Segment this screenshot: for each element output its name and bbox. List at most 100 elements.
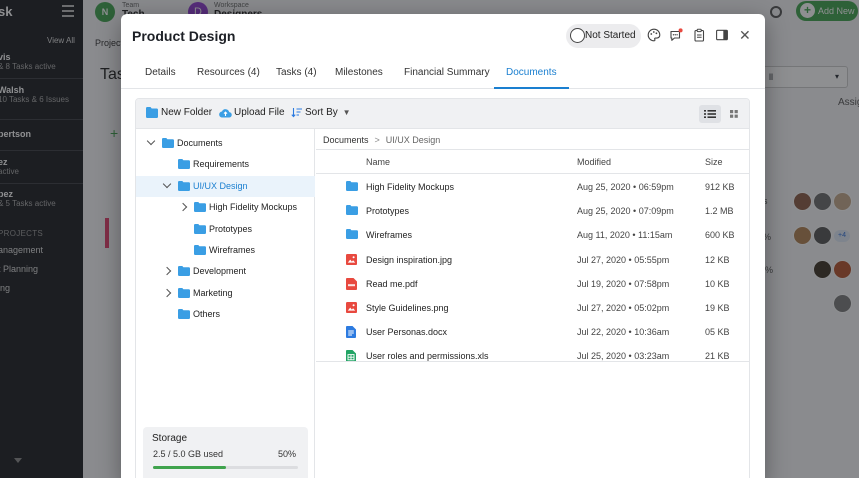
close-icon[interactable]: ✕ <box>739 27 751 43</box>
file-size: 1.2 MB <box>705 206 734 217</box>
file-row[interactable]: User Personas.docx Jul 22, 2020 • 10:36am… <box>316 320 749 344</box>
status-circle-icon <box>570 28 585 43</box>
folder-icon <box>194 245 206 257</box>
file-name: Read me.pdf <box>366 278 418 289</box>
upload-file-label: Upload File <box>234 107 285 118</box>
folder-icon <box>178 287 190 300</box>
tree-item-label: Development <box>193 266 247 277</box>
grid-view-toggle[interactable] <box>723 105 745 123</box>
status-dropdown[interactable]: Not Started <box>566 24 641 48</box>
folder-icon <box>194 223 206 236</box>
tab-resources[interactable]: Resources (4) <box>185 59 272 89</box>
file-size: 19 KB <box>705 303 730 313</box>
tree-item[interactable]: Requirements <box>136 154 315 175</box>
sort-icon <box>291 108 302 118</box>
file-row[interactable]: Design inspiration.jpg Jul 27, 2020 • 05:… <box>316 248 749 272</box>
file-name: Design inspiration.jpg <box>366 254 453 265</box>
tab-milestones[interactable]: Milestones <box>323 59 395 89</box>
sort-by-dropdown[interactable]: Sort By ▼ <box>291 107 351 118</box>
folder-icon <box>346 205 358 217</box>
file-modified: Jul 22, 2020 • 10:36am <box>577 327 670 338</box>
column-modified[interactable]: Modified <box>577 157 611 167</box>
tree-item[interactable]: Development <box>136 261 315 282</box>
breadcrumb-item[interactable]: Documents <box>323 135 369 145</box>
pdf-file-icon <box>346 277 357 292</box>
tree-item[interactable]: Others <box>136 304 315 325</box>
tree-item[interactable]: High Fidelity Mockups <box>136 197 315 218</box>
file-name: Wireframes <box>366 230 413 241</box>
page-title: Product Design <box>132 28 236 44</box>
modal-tabs: Details Resources (4) Tasks (4) Mileston… <box>121 59 765 89</box>
folder-icon <box>178 180 190 193</box>
breadcrumb: Documents > UI/UX Design <box>323 135 441 145</box>
list-view-toggle[interactable] <box>699 105 721 123</box>
folder-icon <box>162 138 174 150</box>
file-row[interactable]: Prototypes Aug 25, 2020 • 07:09pm 1.2 MB <box>316 199 749 223</box>
tab-financial-summary[interactable]: Financial Summary <box>392 59 502 89</box>
file-modified: Jul 19, 2020 • 07:58pm <box>577 278 670 289</box>
tab-documents[interactable]: Documents <box>494 59 569 89</box>
column-size[interactable]: Size <box>705 157 723 167</box>
file-name: User Personas.docx <box>366 327 448 338</box>
folder-icon <box>346 229 358 241</box>
tree-item-label: High Fidelity Mockups <box>209 202 298 213</box>
file-modified: Jul 27, 2020 • 05:02pm <box>577 303 670 313</box>
file-size: 912 KB <box>705 182 735 192</box>
upload-file-button[interactable]: Upload File <box>219 107 285 118</box>
chevron-right-icon[interactable] <box>162 288 172 298</box>
tree-item[interactable]: Documents <box>136 133 315 154</box>
file-name: High Fidelity Mockups <box>366 182 455 192</box>
chevron-right-icon[interactable] <box>178 202 188 212</box>
chevron-down-icon: ▼ <box>342 108 351 117</box>
file-size: 600 KB <box>705 230 735 241</box>
folder-icon <box>346 181 358 193</box>
image-file-icon <box>346 302 357 315</box>
tree-item[interactable]: UI/UX Design <box>136 175 315 197</box>
tree-item-label: Requirements <box>193 159 250 170</box>
palette-icon[interactable] <box>647 28 661 42</box>
column-name[interactable]: Name <box>366 157 390 167</box>
clipboard-icon[interactable] <box>692 28 706 42</box>
documents-panel: New Folder Upload File Sort By ▼ Documen… <box>135 98 750 478</box>
tree-item-label: Marketing <box>193 287 233 298</box>
storage-bar-fill <box>153 466 226 469</box>
file-modified: Jul 27, 2020 • 05:55pm <box>577 254 670 265</box>
folder-icon <box>146 107 158 118</box>
chevron-down-icon[interactable] <box>146 136 156 146</box>
file-row[interactable]: Wireframes Aug 11, 2020 • 11:15am 600 KB <box>316 223 749 247</box>
storage-card: Storage 2.5 / 5.0 GB used 50% <box>143 427 308 478</box>
file-name: User roles and permissions.xls <box>366 351 489 362</box>
tab-tasks[interactable]: Tasks (4) <box>264 59 329 89</box>
file-row[interactable]: High Fidelity Mockups Aug 25, 2020 • 06:5… <box>316 175 749 199</box>
file-modified: Aug 25, 2020 • 06:59pm <box>577 182 674 192</box>
file-row[interactable]: Style Guidelines.png Jul 27, 2020 • 05:02… <box>316 296 749 320</box>
file-modified: Aug 25, 2020 • 07:09pm <box>577 206 674 217</box>
comment-icon[interactable] <box>669 28 683 42</box>
file-size: 10 KB <box>705 278 730 289</box>
tree-item-label: Prototypes <box>209 223 253 234</box>
file-row[interactable]: User roles and permissions.xls Jul 25, 20… <box>316 344 749 368</box>
side-panel-icon[interactable] <box>715 28 729 42</box>
document-file-icon <box>346 326 356 340</box>
chevron-right-icon[interactable] <box>162 267 172 276</box>
tree-item[interactable]: Prototypes <box>136 219 315 240</box>
file-list-header: Name Modified Size <box>316 149 749 174</box>
storage-percent: 50% <box>277 449 296 459</box>
documents-toolbar: New Folder Upload File Sort By ▼ <box>136 99 749 129</box>
chevron-down-icon[interactable] <box>162 179 172 189</box>
new-folder-button[interactable]: New Folder <box>146 107 212 118</box>
cloud-upload-icon <box>219 109 232 118</box>
file-row[interactable]: Read me.pdf Jul 19, 2020 • 07:58pm 10 KB <box>316 272 749 296</box>
tree-item-label: UI/UX Design <box>193 180 248 191</box>
file-size: 21 KB <box>705 351 730 362</box>
grid-icon <box>730 110 738 118</box>
file-size: 12 KB <box>705 254 730 265</box>
tab-details[interactable]: Details <box>133 59 188 89</box>
tree-item[interactable]: Wireframes <box>136 240 315 261</box>
image-file-icon <box>346 253 357 267</box>
tree-item-label: Wireframes <box>209 245 256 255</box>
tree-item-label: Documents <box>177 138 223 148</box>
tree-item-label: Others <box>193 309 221 320</box>
new-folder-label: New Folder <box>161 107 213 118</box>
tree-item[interactable]: Marketing <box>136 283 315 304</box>
